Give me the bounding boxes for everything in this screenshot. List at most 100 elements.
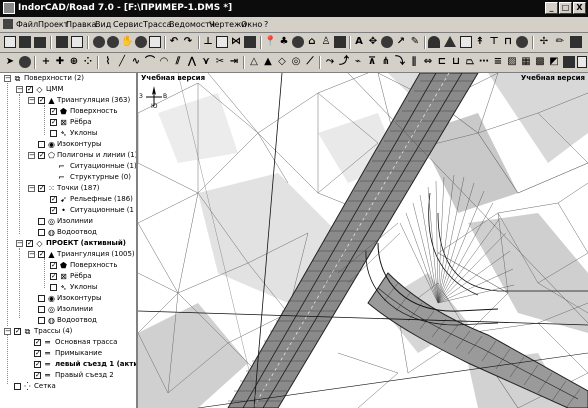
- add-point-xyz-icon[interactable]: ⊕: [68, 56, 80, 68]
- close-button[interactable]: X: [573, 2, 586, 14]
- triangulate-icon[interactable]: ▲: [262, 56, 274, 68]
- slope-icon[interactable]: ⟋: [304, 56, 316, 68]
- volume-icon[interactable]: ▦: [520, 56, 532, 68]
- maximize-button[interactable]: □: [559, 2, 572, 14]
- tree-item-drainage[interactable]: ◍ Водоотвод: [0, 315, 136, 326]
- triangle-icon[interactable]: △: [248, 56, 260, 68]
- visibility-checkbox[interactable]: ✓: [26, 240, 33, 247]
- arrow-tool-icon[interactable]: ↗: [395, 36, 407, 48]
- marker-icon[interactable]: [381, 36, 393, 48]
- curb-icon[interactable]: ⊏: [436, 56, 448, 68]
- extend-icon[interactable]: ⇥: [228, 56, 240, 68]
- visibility-checkbox[interactable]: ✓: [38, 251, 45, 258]
- offset-icon[interactable]: ⫽: [172, 56, 184, 68]
- collapse-icon[interactable]: −: [28, 251, 35, 258]
- visibility-checkbox[interactable]: [14, 383, 21, 390]
- visibility-checkbox[interactable]: [38, 229, 45, 236]
- visibility-checkbox[interactable]: [50, 284, 57, 291]
- arc-icon[interactable]: ◠: [158, 56, 170, 68]
- section-view-icon[interactable]: ◩: [548, 56, 560, 68]
- tree-item-route-left-ramp[interactable]: ✓ ═ левый съезд 1 (активн: [0, 359, 136, 370]
- new-file-icon[interactable]: [4, 36, 16, 48]
- tunnel-icon[interactable]: [428, 36, 440, 48]
- zoom-out-icon[interactable]: [107, 36, 119, 48]
- add-point-icon[interactable]: +: [40, 56, 52, 68]
- post-icon[interactable]: ⊤: [488, 36, 500, 48]
- person-icon[interactable]: ♙: [320, 36, 332, 48]
- visibility-checkbox[interactable]: ✓: [34, 350, 41, 357]
- block-icon[interactable]: [334, 36, 346, 48]
- collapse-icon[interactable]: −: [16, 86, 23, 93]
- tree-item-slopes[interactable]: ➴ Уклоны: [0, 282, 136, 293]
- tree-item-grid[interactable]: ⁛ Сетка: [0, 381, 136, 392]
- tree-item-points[interactable]: − ✓ ⁙ Точки (187): [0, 183, 136, 194]
- tree-item-edges[interactable]: ✓ ⊠ Рёбра: [0, 271, 136, 282]
- visibility-checkbox[interactable]: ✓: [50, 273, 57, 280]
- visibility-checkbox[interactable]: [50, 130, 57, 137]
- tree-item-structural[interactable]: ⌐ Структурные (0): [0, 172, 136, 183]
- tree-item-situational[interactable]: ⌐ Ситуационные (1): [0, 161, 136, 172]
- compass-tool-icon[interactable]: ✢: [538, 36, 550, 48]
- trim-icon[interactable]: ✂: [214, 56, 226, 68]
- visibility-checkbox[interactable]: [38, 218, 45, 225]
- minimize-button[interactable]: _: [545, 2, 558, 14]
- visibility-checkbox[interactable]: [38, 295, 45, 302]
- visibility-checkbox[interactable]: ✓: [50, 119, 57, 126]
- curve-icon[interactable]: ∿: [130, 56, 142, 68]
- zoom-in-icon[interactable]: [93, 36, 105, 48]
- tree-item-isocontours[interactable]: ◉ Изоконтуры: [0, 139, 136, 150]
- toolbar-overflow-icon[interactable]: [577, 56, 587, 68]
- junction-icon[interactable]: ⋔: [380, 56, 392, 68]
- tree-item-route-junction[interactable]: ✓ ═ Примыкание: [0, 348, 136, 359]
- spline-icon[interactable]: ⌒: [144, 56, 156, 68]
- culvert-icon[interactable]: [516, 36, 528, 48]
- menu-window[interactable]: Окно: [241, 20, 262, 29]
- tree-item-slopes[interactable]: ➴ Уклоны: [0, 128, 136, 139]
- section-icon[interactable]: ⊼: [366, 56, 378, 68]
- open-folder-icon[interactable]: [19, 36, 31, 48]
- route-icon[interactable]: ⤳: [324, 56, 336, 68]
- embankment-icon[interactable]: ⏢: [464, 56, 476, 68]
- render-icon[interactable]: [563, 56, 575, 68]
- visibility-checkbox[interactable]: ✓: [26, 86, 33, 93]
- grid-tool-icon[interactable]: ▩: [534, 56, 546, 68]
- collapse-icon[interactable]: −: [16, 240, 23, 247]
- hatch-icon[interactable]: ▨: [506, 56, 518, 68]
- tree-item-situational-points[interactable]: ✓ • Ситуационные (1: [0, 205, 136, 216]
- zoom-window-icon[interactable]: [135, 36, 147, 48]
- menu-service[interactable]: Сервис: [113, 20, 143, 29]
- pencil-icon[interactable]: ✏: [554, 36, 566, 48]
- point-list-icon[interactable]: ⁘: [82, 56, 94, 68]
- visibility-checkbox[interactable]: ✓: [34, 372, 41, 379]
- measure-icon[interactable]: ⊥: [202, 36, 214, 48]
- tree-item-isolines[interactable]: ◎ Изолинии: [0, 216, 136, 227]
- visibility-checkbox[interactable]: ✓: [34, 339, 41, 346]
- ditch-icon[interactable]: ⊔: [450, 56, 462, 68]
- bridge-icon[interactable]: ⊓: [502, 36, 514, 48]
- tree-item-surfaces[interactable]: − ⧉ Поверхности (2): [0, 73, 136, 84]
- visibility-checkbox[interactable]: ✓: [50, 108, 57, 115]
- warning-sign-icon[interactable]: [444, 36, 456, 47]
- tree-item-surface[interactable]: ✓ ⬟ Поверхность: [0, 106, 136, 117]
- object-icon[interactable]: [292, 36, 304, 48]
- info-icon[interactable]: [19, 56, 31, 68]
- pin-icon[interactable]: 📍: [264, 36, 276, 48]
- fence-icon[interactable]: [460, 36, 472, 48]
- pan-hand-icon[interactable]: ✋: [121, 36, 133, 48]
- contour-icon[interactable]: ◎: [290, 56, 302, 68]
- tree-item-isolines[interactable]: ◎ Изолинии: [0, 304, 136, 315]
- corridor-icon[interactable]: ∥: [408, 56, 420, 68]
- tree-item-surface[interactable]: ✓ ⬟ Поверхность: [0, 260, 136, 271]
- join-icon[interactable]: ⋀: [186, 56, 198, 68]
- line-icon[interactable]: ╱: [116, 56, 128, 68]
- tree-item-triangulation[interactable]: − ✓ ▲ Триангуляция (1005): [0, 249, 136, 260]
- print-preview-icon[interactable]: [71, 36, 83, 48]
- menu-edit[interactable]: Правка: [66, 20, 96, 29]
- visibility-checkbox[interactable]: ✓: [50, 207, 57, 214]
- visibility-checkbox[interactable]: ✓: [38, 97, 45, 104]
- tree-item-route-main[interactable]: ✓ ═ Основная трасса: [0, 337, 136, 348]
- add-point-xy-icon[interactable]: ✚: [54, 56, 66, 68]
- visibility-checkbox[interactable]: ✓: [38, 152, 45, 159]
- flip-edge-icon[interactable]: ◇: [276, 56, 288, 68]
- widen-icon[interactable]: ⇔: [422, 56, 434, 68]
